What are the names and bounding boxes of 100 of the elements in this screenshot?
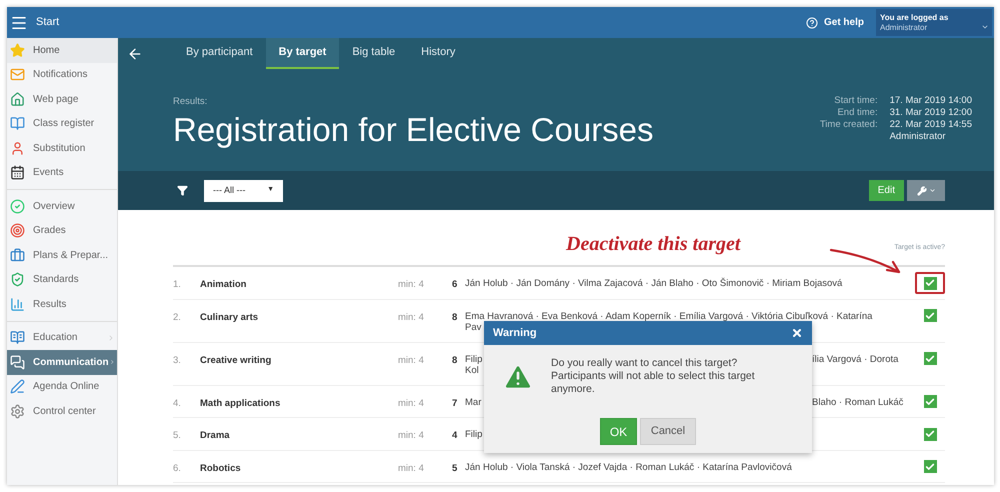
chevron-icon: [108, 358, 115, 366]
app-title[interactable]: Start: [36, 14, 60, 31]
participant-names: Kol: [465, 364, 479, 376]
row-number: 4.: [173, 396, 182, 410]
gear-icon: [10, 404, 25, 419]
shield-icon: [10, 272, 25, 288]
tab[interactable]: History: [408, 38, 468, 69]
participant-names: Ján Holub · Viola Tanská · Jozef Vajda · Roman Lukáč · Katarína Pavlovičová: [465, 462, 792, 472]
target-name: Drama: [200, 429, 231, 443]
ok-button[interactable]: OK: [600, 418, 637, 445]
min-count: min: 4: [398, 278, 425, 292]
chevron-icon: [107, 334, 115, 342]
sidebar-item[interactable]: Home: [7, 38, 117, 62]
participant-count: 5: [452, 462, 458, 476]
chat-icon: [10, 354, 25, 370]
meta-label: End time:: [836, 107, 878, 119]
active-checkbox[interactable]: [924, 276, 936, 290]
participant-names: Blaho · Roman Lukáč: [812, 396, 904, 408]
participant-names: Mar: [465, 396, 482, 408]
bar-chart-icon: [10, 296, 25, 312]
dialog-message: Do you really want to cancel this target? Participants will not able to select this target anymore.: [551, 357, 756, 396]
meta-label: Start time:: [833, 95, 878, 107]
caret-icon: [981, 23, 989, 31]
star-icon: [10, 42, 25, 58]
target-icon: [10, 223, 25, 238]
sidebar-item[interactable]: Standards: [7, 268, 117, 292]
cancel-button[interactable]: Cancel: [640, 418, 696, 445]
participant-count: 8: [452, 310, 458, 324]
results-label: Results:: [173, 95, 208, 109]
row-number: 1.: [173, 278, 182, 292]
participant-count: 6: [452, 278, 458, 292]
user-label: You are logged as: [880, 12, 950, 22]
help-button[interactable]: Get help: [806, 15, 864, 30]
row-number: 5.: [173, 429, 182, 443]
participant-names: Filip: [465, 429, 482, 440]
meta-value: 31. Mar 2019 12:00: [890, 107, 972, 119]
participant-names: Ema Havranová · Eva Benková · Adam Koperník · Emília Vargová · Viktória Cibuľková · Katarína: [465, 310, 872, 322]
user-menu[interactable]: You are logged as Administrator: [876, 9, 992, 36]
participant-names: ília Vargová · Dorota: [812, 354, 898, 364]
min-count: min: 4: [398, 354, 425, 368]
row-number: 2.: [173, 310, 182, 324]
pen-icon: [10, 379, 25, 394]
target-name: Animation: [200, 278, 248, 292]
open-book-icon: [10, 330, 25, 346]
min-count: min: 4: [398, 310, 425, 324]
tab[interactable]: By target: [266, 38, 340, 69]
min-count: min: 4: [398, 429, 425, 443]
participant-names: Pav: [465, 322, 482, 332]
sidebar-item[interactable]: Substitution: [7, 136, 117, 160]
tab[interactable]: By participant: [173, 38, 266, 69]
check-circle-icon: [10, 198, 25, 214]
help-icon: [806, 16, 818, 28]
calendar-icon: [10, 165, 25, 180]
active-checkbox[interactable]: [924, 428, 936, 440]
participant-names: Ján Holub · Ján Domány · Vilma Zajacová · Ján Blaho · Oto Šimonovič · Miriam Bojasová: [465, 278, 842, 289]
sidebar-item[interactable]: Education: [7, 326, 117, 350]
sidebar-item[interactable]: Grades: [7, 218, 117, 243]
dialog-title: Warning: [493, 326, 537, 341]
target-name: Culinary arts: [200, 310, 260, 324]
page-title: Registration for Elective Courses: [173, 110, 655, 150]
person-icon: [10, 140, 25, 156]
tools-button[interactable]: [907, 180, 945, 201]
min-count: min: 4: [398, 396, 425, 410]
book-icon: [10, 116, 25, 132]
target-name: Math applications: [200, 396, 282, 410]
participant-names: Filip: [465, 354, 482, 364]
target-name: Robotics: [200, 462, 242, 476]
briefcase-icon: [10, 248, 25, 263]
participant-count: 8: [452, 354, 458, 368]
meta-label: Time created:: [820, 119, 878, 132]
sidebar-item[interactable]: Plans & Prepar...: [7, 243, 117, 268]
active-checkbox[interactable]: [924, 352, 936, 365]
sidebar-item[interactable]: Overview: [7, 194, 117, 218]
edit-button[interactable]: Edit: [868, 180, 904, 201]
meta-value: 22. Mar 2019 14:55 Administrator: [890, 119, 972, 143]
sidebar-item[interactable]: Class register: [7, 112, 117, 136]
sidebar-item[interactable]: Agenda Online: [7, 374, 117, 399]
tab[interactable]: Big table: [339, 38, 408, 69]
row-number: 6.: [173, 462, 182, 476]
active-checkbox[interactable]: [924, 309, 936, 322]
wrench-icon: [916, 186, 926, 196]
filter-icon[interactable]: [177, 185, 188, 196]
participant-count: 7: [452, 396, 458, 410]
house-icon: [10, 92, 25, 107]
envelope-icon: [10, 67, 25, 82]
user-name: Administrator: [880, 22, 928, 32]
meta-value: 17. Mar 2019 14:00: [890, 95, 972, 107]
row-number: 3.: [173, 354, 182, 368]
active-checkbox[interactable]: [924, 460, 936, 473]
sidebar-item[interactable]: Results: [7, 292, 117, 316]
caret-icon: [928, 187, 936, 194]
sidebar-item[interactable]: Events: [7, 160, 117, 185]
close-icon[interactable]: [791, 327, 803, 339]
active-checkbox[interactable]: [924, 395, 936, 408]
target-name: Creative writing: [200, 354, 272, 368]
sidebar-item[interactable]: Web page: [7, 87, 117, 112]
sidebar-item[interactable]: Notifications: [7, 62, 117, 87]
annotation-text: Deactivate this target: [566, 232, 740, 256]
sidebar-item[interactable]: Communication: [7, 350, 117, 374]
sidebar-item[interactable]: Control center: [7, 399, 117, 424]
